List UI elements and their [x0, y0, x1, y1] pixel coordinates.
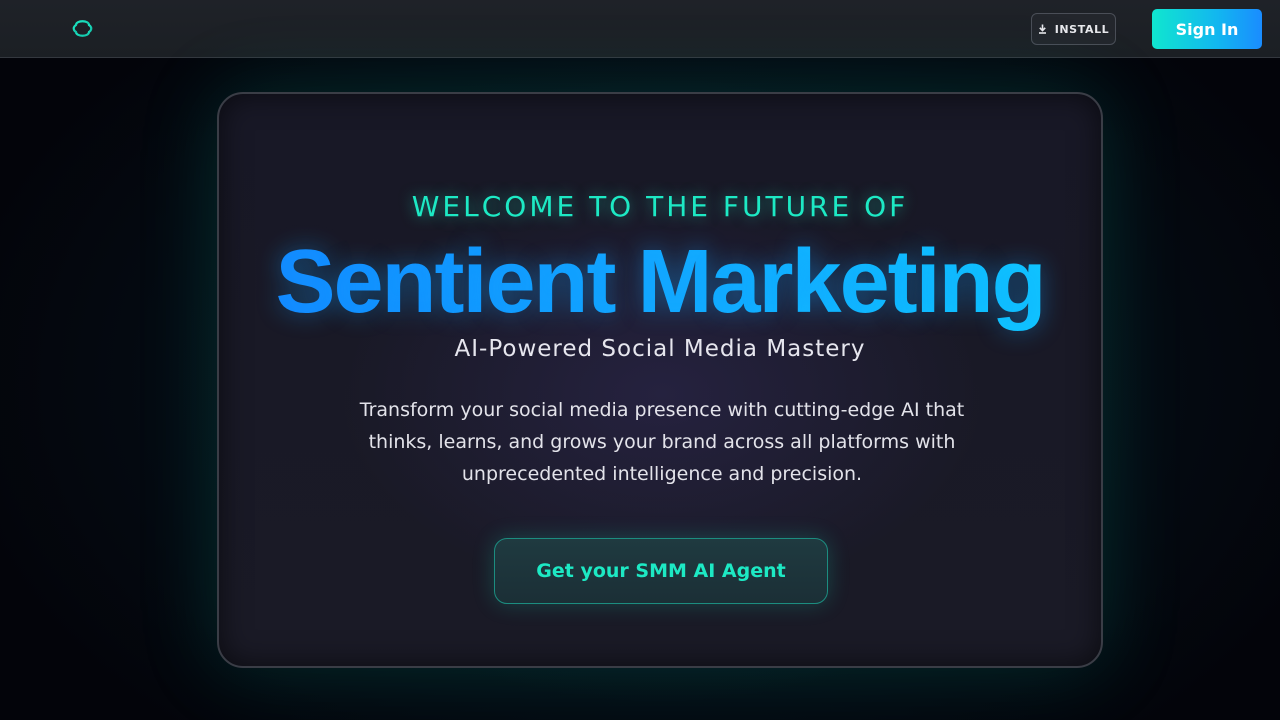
sync-loop-logo-icon[interactable] [70, 16, 95, 41]
hero-headline: Sentient Marketing [219, 232, 1101, 332]
install-button[interactable]: INSTALL [1031, 13, 1116, 45]
hero-headline-text: Sentient Marketing [275, 232, 1046, 332]
install-button-label: INSTALL [1054, 22, 1110, 36]
hero-subhead: AI-Powered Social Media Mastery [454, 336, 866, 362]
sign-in-button[interactable]: Sign In [1152, 9, 1262, 49]
get-smm-agent-button[interactable]: Get your SMM AI Agent [494, 538, 828, 604]
download-icon [1038, 24, 1047, 34]
hero-card: WELCOME TO THE FUTURE OF Sentient Market… [217, 92, 1103, 668]
hero-description: Transform your social media presence wit… [359, 399, 965, 485]
hero-eyebrow: WELCOME TO THE FUTURE OF [411, 190, 909, 223]
top-bar: INSTALL Sign In [0, 0, 1280, 58]
